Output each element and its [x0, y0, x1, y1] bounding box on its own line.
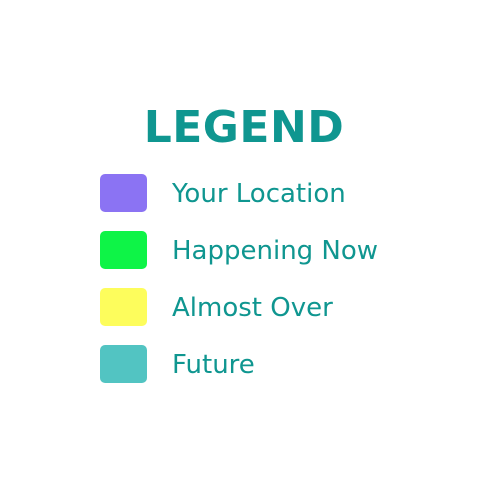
legend-label-happening-now: Happening Now [172, 236, 379, 266]
legend-item-happening-now: Happening Now [100, 231, 470, 269]
legend-label-your-location: Your Location [172, 179, 346, 209]
your-location-swatch [100, 174, 147, 212]
legend-item-your-location: Your Location [100, 174, 470, 212]
happening-now-swatch [100, 231, 147, 269]
almost-over-swatch [100, 288, 147, 326]
legend-label-future: Future [172, 350, 255, 380]
legend-panel: LEGEND Your Location Happening Now Almos… [0, 0, 500, 500]
legend-label-almost-over: Almost Over [172, 293, 333, 323]
legend-item-almost-over: Almost Over [100, 288, 470, 326]
legend-item-future: Future [100, 345, 470, 383]
legend-title: LEGEND [143, 102, 345, 153]
future-swatch [100, 345, 147, 383]
legend-list: Your Location Happening Now Almost Over … [100, 174, 470, 402]
